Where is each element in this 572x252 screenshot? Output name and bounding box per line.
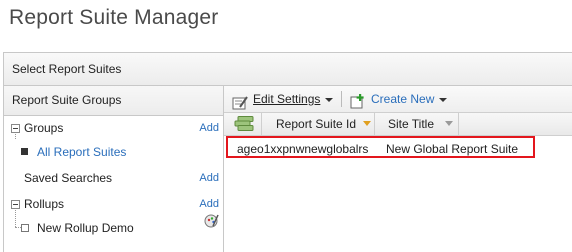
saved-searches-row: Saved Searches Add bbox=[4, 166, 223, 191]
rollup-item-new-rollup-demo[interactable]: New Rollup Demo bbox=[4, 214, 223, 241]
report-suites-grid-header: Report Suite Id Site Title bbox=[224, 112, 572, 136]
rollup-node-icon bbox=[21, 224, 29, 232]
saved-searches-label: Saved Searches bbox=[24, 171, 113, 185]
site-title-header-label: Site Title bbox=[388, 117, 435, 131]
site-title-cell: New Global Report Suite bbox=[386, 142, 519, 156]
toolbar: Edit Settings Create New bbox=[224, 86, 572, 112]
create-new-menu[interactable]: Create New bbox=[350, 86, 448, 112]
toolbar-divider bbox=[341, 91, 342, 107]
collapse-rollups-icon[interactable] bbox=[11, 200, 20, 209]
rollups-row: Rollups Add bbox=[4, 192, 223, 217]
edit-rollup-icon[interactable] bbox=[204, 212, 219, 228]
sort-icon[interactable] bbox=[445, 121, 453, 126]
groups-row: Groups Add bbox=[4, 116, 223, 141]
rollups-label: Rollups bbox=[24, 197, 65, 211]
collapse-groups-icon[interactable] bbox=[11, 124, 20, 133]
chevron-down-icon bbox=[439, 97, 448, 102]
create-new-label: Create New bbox=[371, 92, 435, 106]
add-group-link[interactable]: Add bbox=[199, 116, 219, 141]
new-rollup-demo-label[interactable]: New Rollup Demo bbox=[37, 216, 134, 241]
sort-desc-icon[interactable] bbox=[363, 121, 371, 126]
edit-settings-menu[interactable]: Edit Settings bbox=[232, 86, 334, 112]
create-new-icon bbox=[350, 92, 366, 109]
column-header-report-suite-id[interactable]: Report Suite Id bbox=[262, 113, 375, 135]
chevron-down-icon bbox=[325, 97, 334, 102]
add-saved-search-link[interactable]: Add bbox=[199, 166, 219, 191]
edit-settings-icon bbox=[232, 93, 248, 110]
report-suite-selector: Select Report Suites Report Suite Groups… bbox=[3, 52, 572, 252]
group-node-icon bbox=[21, 148, 28, 155]
all-report-suites-link[interactable]: All Report Suites bbox=[37, 140, 126, 165]
select-report-suites-header: Select Report Suites bbox=[4, 53, 572, 86]
report-suite-groups-panel: Report Suite Groups Groups Add All Repor… bbox=[4, 86, 224, 252]
table-row[interactable]: ageo1xxpnwnewglobalrs New Global Report … bbox=[226, 136, 535, 158]
column-chooser-cell[interactable] bbox=[224, 113, 262, 135]
report-suite-id-header-label: Report Suite Id bbox=[276, 117, 357, 131]
group-item-all-report-suites[interactable]: All Report Suites bbox=[4, 140, 223, 165]
report-suites-list-panel: Edit Settings Create New Report Suite Id… bbox=[224, 86, 572, 252]
column-chooser-icon bbox=[234, 116, 254, 131]
edit-settings-label: Edit Settings bbox=[253, 92, 321, 106]
report-suite-id-cell: ageo1xxpnwnewglobalrs bbox=[237, 142, 369, 156]
groups-label: Groups bbox=[24, 121, 64, 135]
page-title: Report Suite Manager bbox=[9, 6, 219, 29]
report-suite-groups-title: Report Suite Groups bbox=[4, 86, 223, 116]
column-header-site-title[interactable]: Site Title bbox=[375, 113, 459, 135]
